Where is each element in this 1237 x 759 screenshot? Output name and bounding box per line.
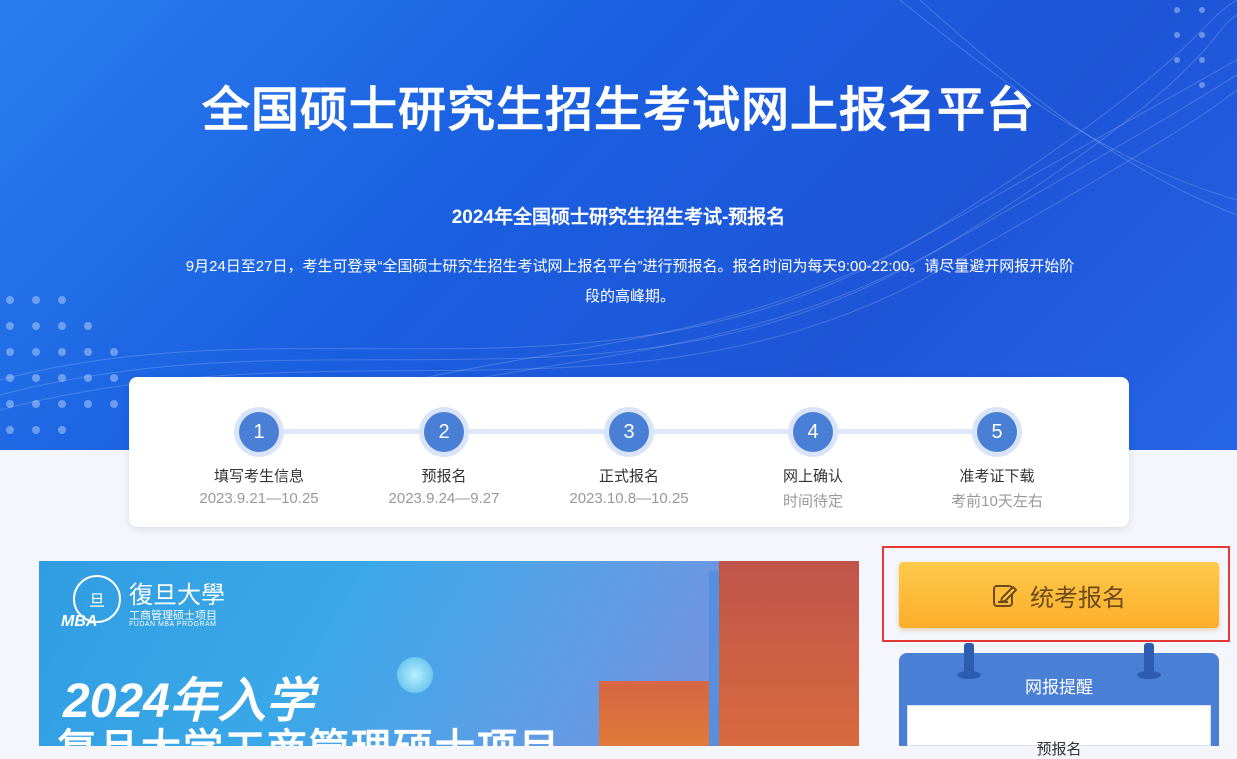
notice-title: 网报提醒 [1025,678,1093,697]
banner-title: 复旦大学工商管理硕士项目 [57,716,561,746]
step-date: 2023.9.21—10.25 [199,490,319,507]
step-2: 2 预报名 2023.9.24—9.27 [354,407,534,507]
step-5: 5 准考证下载 考前10天左右 [907,407,1087,511]
page-title: 全国硕士研究生招生考试网上报名平台 [201,84,1035,137]
step-1: 1 填写考生信息 2023.9.21—10.25 [169,407,349,507]
building-graphic [719,561,859,746]
step-number: 2 [424,412,464,452]
notice-content: 预报名 [907,705,1211,758]
hook-decoration [1144,643,1154,673]
step-name: 网上确认 [782,468,843,485]
step-date: 2023.9.24—9.27 [388,490,500,507]
register-button-label: 统考报名 [1030,584,1126,612]
step-name: 填写考生信息 [213,468,304,485]
step-number: 5 [977,412,1017,452]
announcement-title: 2024年全国硕士研究生招生考试-预报名 [451,207,786,228]
step-date: 2023.10.8—10.25 [569,490,689,507]
building-graphic [599,681,709,746]
step-name: 准考证下载 [959,468,1035,485]
step-number: 3 [609,412,649,452]
mba-logo: MBA [61,613,98,630]
step-name: 预报名 [421,468,467,485]
edit-icon [993,585,1017,607]
step-number: 4 [793,412,833,452]
step-date: 时间待定 [782,493,843,510]
orb-graphic [397,657,433,693]
exam-register-button[interactable]: 统考报名 [899,562,1219,628]
dot-pattern [6,296,118,434]
step-date: 考前10天左右 [951,493,1043,510]
logo-english: FUDAN MBA PROGRAM [129,621,217,628]
step-name: 正式报名 [598,468,659,485]
fudan-mba-ad-banner[interactable]: 旦 復旦大學 工商管理硕士项目 FUDAN MBA PROGRAM MBA 20… [39,561,859,746]
step-3: 3 正式报名 2023.10.8—10.25 [539,407,719,507]
notice-item[interactable]: 预报名 [908,738,1210,759]
notice-board: 网报提醒 预报名 [899,643,1219,758]
hook-decoration [964,643,974,673]
process-steps: 1 填写考生信息 2023.9.21—10.25 2 预报名 2023.9.24… [129,377,1129,527]
step-number: 1 [239,412,279,452]
fudan-logo-text: 復旦大學 [129,581,225,609]
announcement-text: 9月24日至27日，考生可登录“全国硕士研究生招生考试网上报名平台”进行预报名。… [185,258,1075,305]
step-4: 4 网上确认 时间待定 [723,407,903,511]
